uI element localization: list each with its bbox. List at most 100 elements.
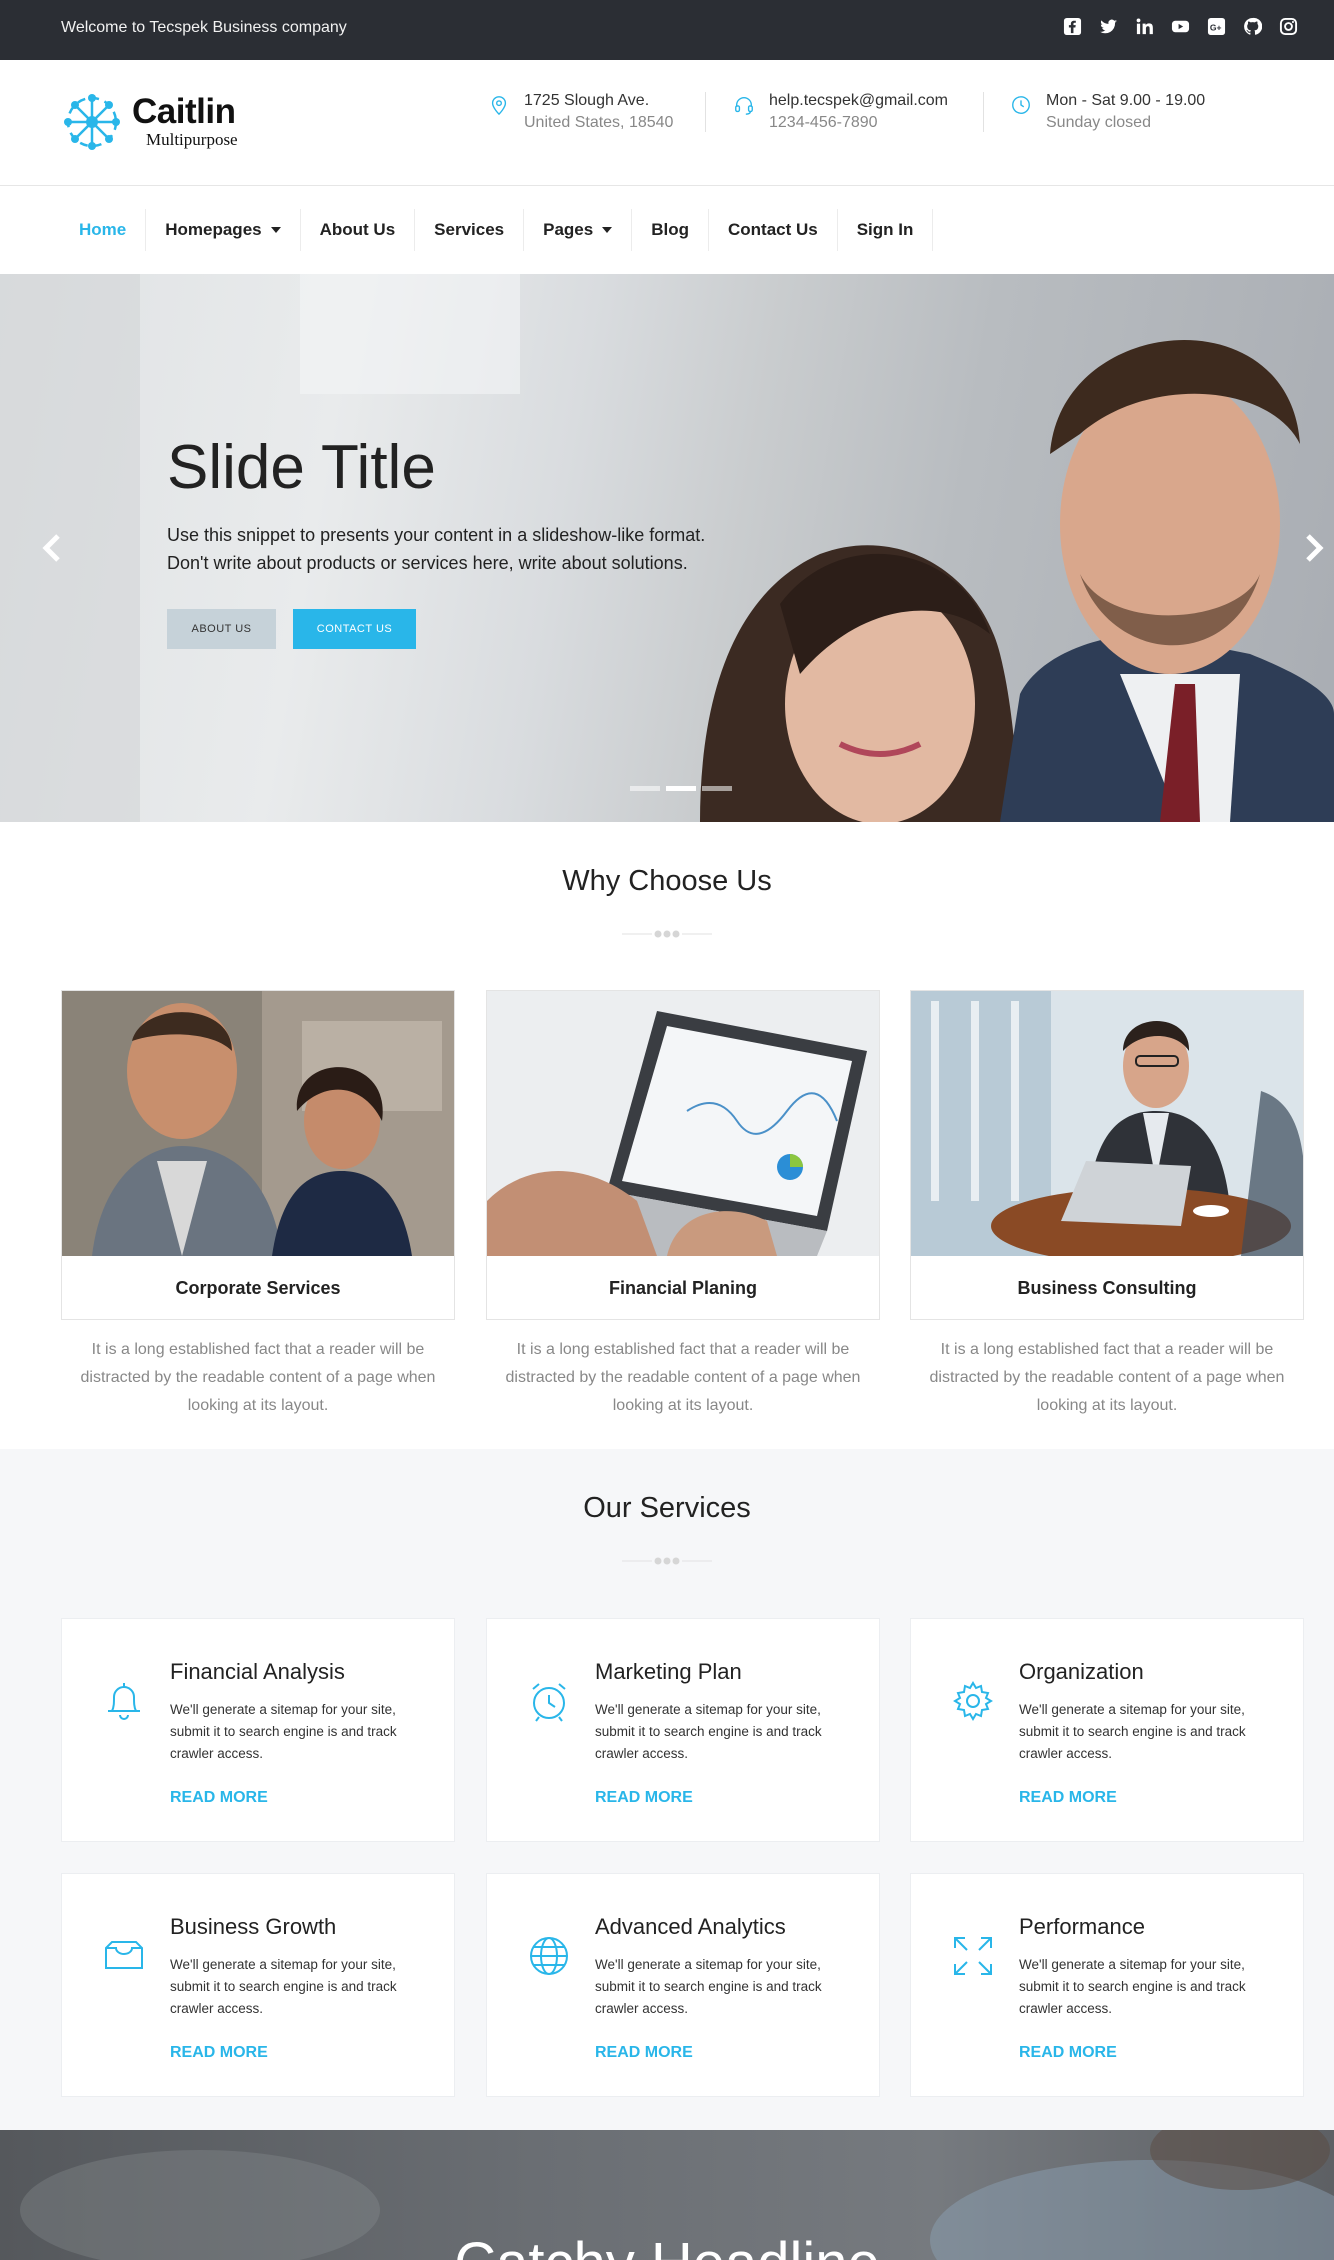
nav-pages[interactable]: Pages <box>524 209 633 251</box>
read-more-link[interactable]: READ MORE <box>170 1789 268 1807</box>
location-pin-icon <box>491 96 507 116</box>
nav-blog[interactable]: Blog <box>632 209 709 251</box>
address-line2: United States, 18540 <box>524 114 674 131</box>
service-title: Financial Analysis <box>170 1659 345 1684</box>
social-links: G+ <box>1062 16 1298 36</box>
nav-home[interactable]: Home <box>60 209 147 251</box>
card-title: Financial Planing <box>608 1277 758 1298</box>
support-email[interactable]: help.tecspek@gmail.com <box>769 90 948 112</box>
clock-icon <box>1012 96 1030 114</box>
services-section: Our Services Financial Analysis We'll ge… <box>0 1449 1334 2130</box>
card-title: Business Consulting <box>1017 1277 1197 1298</box>
nav-label: Blog <box>651 220 689 239</box>
site-header: Caitlin Multipurpose 1725 Slough Ave. Uni… <box>0 60 1334 186</box>
nav-homepages[interactable]: Homepages <box>146 209 301 251</box>
service-title: Marketing Plan <box>595 1659 742 1684</box>
financial-photo <box>487 991 879 1256</box>
gear-icon <box>953 1681 993 1721</box>
nav-label: Contact Us <box>727 220 818 239</box>
header-divider <box>983 92 984 132</box>
contact-hours: Mon - Sat 9.00 - 19.00 Sunday closed <box>1010 90 1205 140</box>
chevron-left-icon[interactable] <box>38 528 68 568</box>
bell-icon <box>108 1683 140 1720</box>
slide-desc-line1: Use this snippet to presents your conten… <box>167 525 706 545</box>
contact-address: 1725 Slough Ave. United States, 18540 <box>488 90 673 140</box>
headset-icon <box>735 97 753 115</box>
feature-card-consulting[interactable]: Business Consulting <box>910 990 1304 1320</box>
service-description: We'll generate a sitemap for your site, … <box>170 1957 397 2016</box>
support-phone[interactable]: 1234-456-7890 <box>769 112 948 134</box>
read-more-link[interactable]: READ MORE <box>595 2044 693 2062</box>
svg-text:G+: G+ <box>1209 22 1221 32</box>
read-more-link[interactable]: READ MORE <box>170 2044 268 2062</box>
card-description: It is a long established fact that a rea… <box>80 1341 436 1414</box>
service-description: We'll generate a sitemap for your site, … <box>1019 1702 1246 1761</box>
main-nav: Home Homepages About Us Services Pages B… <box>0 186 1334 274</box>
header-divider <box>705 92 706 132</box>
google-plus-icon[interactable]: G+ <box>1206 16 1226 36</box>
github-icon[interactable] <box>1242 16 1262 36</box>
service-card-advanced-analytics: Advanced Analytics We'll generate a site… <box>486 1873 880 2097</box>
corporate-photo <box>62 991 454 1256</box>
slide-indicator-active[interactable] <box>666 786 696 791</box>
hours-line1: Mon - Sat 9.00 - 19.00 <box>1046 92 1206 109</box>
caret-down-icon <box>602 227 613 233</box>
facebook-icon[interactable] <box>1062 16 1082 36</box>
slide-indicator[interactable] <box>630 786 660 791</box>
globe-icon <box>530 1937 568 1975</box>
chevron-right-icon[interactable] <box>1298 528 1328 568</box>
service-title: Performance <box>1019 1914 1145 1939</box>
service-description: We'll generate a sitemap for your site, … <box>595 1957 822 2016</box>
nav-contact[interactable]: Contact Us <box>709 209 838 251</box>
card-description: It is a long established fact that a rea… <box>505 1341 861 1414</box>
welcome-text: Welcome to Tecspek Business company <box>61 19 347 36</box>
nav-label: Pages <box>543 220 594 239</box>
inbox-icon <box>105 1941 143 1969</box>
twitter-icon[interactable] <box>1098 16 1118 36</box>
feature-card-corporate[interactable]: Corporate Services <box>61 990 455 1320</box>
about-us-button[interactable]: ABOUT US <box>167 609 276 649</box>
service-card-performance: Performance We'll generate a sitemap for… <box>910 1873 1304 2097</box>
slide-indicator[interactable] <box>702 786 732 791</box>
card-description: It is a long established fact that a rea… <box>929 1341 1285 1414</box>
logo[interactable]: Caitlin Multipurpose <box>60 90 260 154</box>
nav-label: Homepages <box>165 220 262 239</box>
linkedin-icon[interactable] <box>1134 16 1154 36</box>
service-card-business-growth: Business Growth We'll generate a sitemap… <box>61 1873 455 2097</box>
section-divider-icon <box>622 930 712 938</box>
service-description: We'll generate a sitemap for your site, … <box>170 1702 397 1761</box>
nav-label: Services <box>434 220 505 239</box>
nav-sign-in[interactable]: Sign In <box>838 209 934 251</box>
service-card-financial-analysis: Financial Analysis We'll generate a site… <box>61 1618 455 1842</box>
feature-card-financial[interactable]: Financial Planing <box>486 990 880 1320</box>
nav-about[interactable]: About Us <box>301 209 416 251</box>
read-more-link[interactable]: READ MORE <box>1019 2044 1117 2062</box>
nav-services[interactable]: Services <box>415 209 525 251</box>
service-description: We'll generate a sitemap for your site, … <box>1019 1957 1246 2016</box>
instagram-icon[interactable] <box>1278 16 1298 36</box>
slide-desc-line2: Don't write about products or services h… <box>167 553 688 573</box>
slide-title: Slide Title <box>167 433 436 502</box>
caret-down-icon <box>270 227 281 233</box>
top-bar: Welcome to Tecspek Business company G+ <box>0 0 1334 60</box>
read-more-link[interactable]: READ MORE <box>595 1789 693 1807</box>
contact-us-button[interactable]: CONTACT US <box>293 609 416 649</box>
read-more-link[interactable]: READ MORE <box>1019 1789 1117 1807</box>
consulting-photo <box>911 991 1303 1256</box>
services-title: Our Services <box>583 1492 751 1524</box>
nav-label: Home <box>79 220 127 239</box>
banner-title: Catchy Headline <box>0 2230 1334 2260</box>
nav-label: Sign In <box>856 220 914 239</box>
hours-line2: Sunday closed <box>1046 114 1151 131</box>
service-title: Advanced Analytics <box>595 1914 786 1939</box>
logo-mark-icon <box>64 94 120 150</box>
slide-description: Use this snippet to presents your conten… <box>167 521 727 577</box>
address-line1: 1725 Slough Ave. <box>524 92 650 109</box>
youtube-icon[interactable] <box>1170 16 1190 36</box>
card-title: Corporate Services <box>175 1277 341 1298</box>
service-description: We'll generate a sitemap for your site, … <box>595 1702 822 1761</box>
section-divider-icon <box>622 1557 712 1565</box>
nav-label: About Us <box>319 220 396 239</box>
service-title: Organization <box>1019 1659 1144 1684</box>
slide-indicators <box>630 786 732 791</box>
